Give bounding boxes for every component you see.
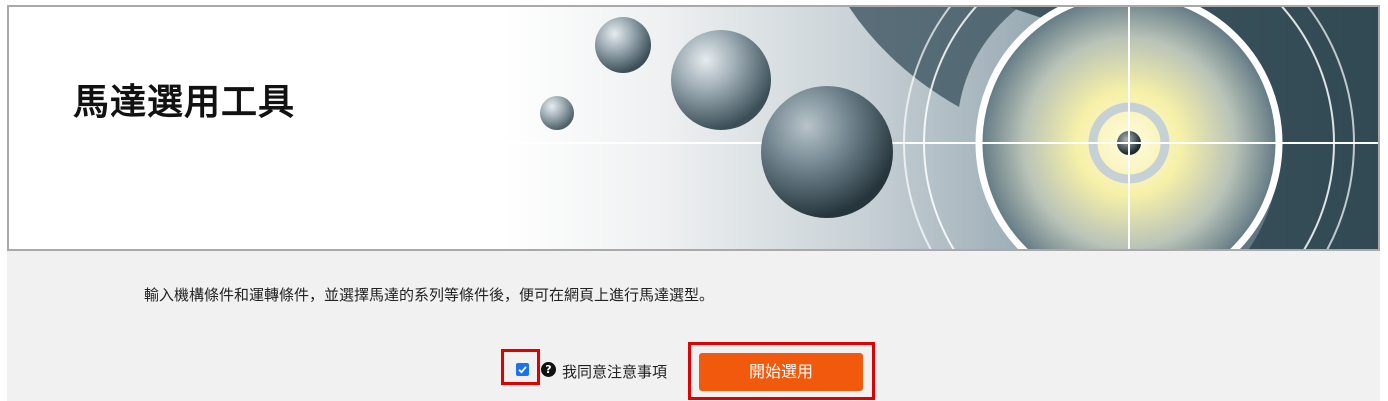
banner-graphic (389, 7, 1378, 249)
banner: 馬達選用工具 (7, 5, 1380, 251)
agree-label[interactable]: 我同意注意事項 (562, 361, 667, 382)
page-title: 馬達選用工具 (73, 82, 296, 123)
main-content: 輸入機構條件和運轉條件，並選擇馬達的系列等條件後，便可在網頁上進行馬達選型。 ?… (7, 251, 1380, 401)
agree-checkbox[interactable] (516, 363, 529, 376)
agree-row: ? 我同意注意事項 開始選用 (7, 251, 1380, 401)
question-circle-icon[interactable]: ? (541, 362, 556, 377)
start-selection-button[interactable]: 開始選用 (699, 353, 863, 391)
checkmark-icon (518, 366, 527, 374)
